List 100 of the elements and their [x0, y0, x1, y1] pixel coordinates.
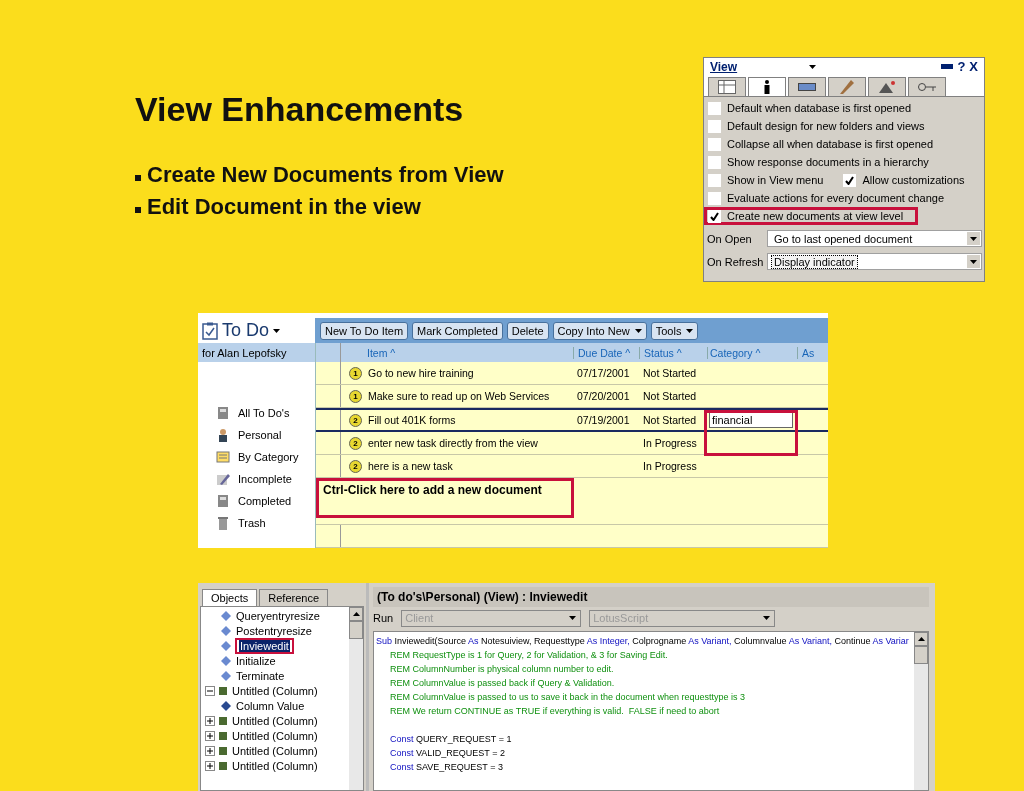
scrollbar[interactable] [349, 607, 363, 790]
clipboard-icon [202, 321, 218, 340]
table-cell: Not Started [643, 414, 697, 426]
checkbox[interactable] [708, 191, 721, 205]
caret-icon [970, 259, 977, 264]
tree-item[interactable]: Inviewedit [239, 639, 290, 652]
title-button[interactable]: X [969, 59, 978, 74]
table-cell: Make sure to read up on Web Services [368, 390, 550, 402]
sidebar-item[interactable]: All To Do's [238, 407, 290, 419]
option-label: Show response documents in a hierarchy [727, 156, 929, 168]
table-cell: 07/20/2001 [577, 390, 630, 402]
sidebar-item[interactable]: By Category [238, 451, 299, 463]
table-cell: 07/17/2001 [577, 367, 630, 379]
option-label: Default when database is first opened [727, 102, 912, 114]
pen-icon [840, 80, 854, 94]
option-label: Show in View menu [727, 174, 824, 186]
new-document-hint[interactable]: Ctrl-Click here to add a new document [323, 483, 542, 497]
tree-item[interactable]: Terminate [235, 669, 286, 682]
toolbar-button[interactable]: Copy Into New [552, 321, 647, 340]
expand-icon[interactable] [205, 760, 215, 771]
sidebar-item[interactable]: Incomplete [238, 473, 292, 485]
sidebar-item[interactable]: Completed [238, 495, 292, 507]
tree-item[interactable]: Untitled (Column) [231, 744, 319, 757]
task-row[interactable]: 2 enter new task directly from the view In Progress [316, 432, 828, 455]
list-icon [216, 450, 230, 464]
priority-icon: 2 [349, 436, 362, 450]
tree-item[interactable]: Untitled (Column) [231, 729, 319, 742]
toolbar-button[interactable]: Mark Completed [412, 321, 503, 340]
bar-icon [798, 83, 816, 91]
owner-label: for Alan Lepofsky [202, 346, 287, 359]
checkbox[interactable] [843, 173, 857, 187]
key-icon [918, 83, 936, 91]
collapse-icon[interactable] [205, 685, 215, 696]
expand-icon[interactable] [205, 715, 215, 726]
task-row[interactable]: 2 Fill out 401K forms 07/19/2001 Not Started financial [316, 408, 828, 432]
expand-icon[interactable] [205, 745, 215, 756]
code-line: Const QUERY_REQUEST = 1 [390, 733, 512, 746]
code-editor[interactable] [373, 631, 929, 791]
column-header[interactable]: Status ^ [644, 346, 682, 359]
event-icon [221, 655, 231, 666]
sidebar-item[interactable]: Trash [238, 517, 266, 529]
column-header[interactable]: Item ^ [367, 346, 396, 359]
sidebar-item[interactable]: Personal [238, 429, 282, 441]
tab[interactable] [748, 77, 786, 96]
column-header[interactable]: Due Date ^ [578, 346, 631, 359]
dropdown-field[interactable]: Go to last opened document [767, 230, 982, 247]
tab[interactable] [788, 77, 826, 96]
expand-icon[interactable] [205, 730, 215, 741]
table-cell: Go to new hire training [368, 367, 474, 379]
column-header[interactable]: As [802, 346, 815, 359]
checkbox[interactable] [708, 119, 721, 133]
task-row[interactable]: 1 Go to new hire training 07/17/2001 Not Started [316, 362, 828, 385]
field-label: On Open [707, 232, 753, 245]
tree-item[interactable]: Untitled (Column) [231, 759, 319, 772]
toolbar-button[interactable]: Delete [506, 321, 549, 340]
tree-item[interactable]: Queryentryresize [235, 609, 321, 622]
tree-item[interactable]: Untitled (Column) [231, 684, 319, 697]
checkbox[interactable] [708, 155, 721, 169]
scrollbar-thumb[interactable] [349, 621, 363, 639]
checkbox[interactable] [708, 137, 721, 151]
trash-icon [216, 516, 230, 530]
column-icon [219, 686, 227, 695]
code-line: REM ColumnValue is passed to us to save it back in the document when requesttype is 3 [390, 691, 746, 704]
editor-title: (To do's\Personal) (View) : Inviewedit [377, 590, 588, 604]
scrollbar[interactable] [914, 632, 928, 790]
caret-icon [569, 616, 577, 620]
tree-item[interactable]: Untitled (Column) [231, 714, 319, 727]
toolbar-button[interactable]: New To Do Item [320, 321, 409, 340]
checkbox[interactable] [708, 101, 721, 115]
pencil-icon [216, 472, 230, 486]
table-cell: In Progress [643, 460, 697, 472]
priority-icon: 1 [349, 366, 362, 380]
table-icon [718, 80, 736, 94]
tree-item[interactable]: Initialize [235, 654, 277, 667]
priority-icon: 2 [349, 459, 362, 473]
title-button[interactable]: ? [957, 59, 966, 74]
checkbox[interactable] [708, 173, 721, 187]
option-label: Default design for new folders and views [727, 120, 925, 132]
checkbox[interactable] [708, 209, 721, 223]
caret-icon [763, 616, 771, 620]
toolbar-button[interactable]: Tools [650, 321, 699, 340]
up-arrow-icon [917, 637, 925, 641]
task-row[interactable]: 2 here is a new task In Progress [316, 455, 828, 478]
column-header[interactable]: Category ^ [710, 346, 761, 359]
person-icon [216, 428, 230, 442]
tab[interactable]: Objects [202, 589, 258, 606]
bullet-icon [135, 174, 141, 181]
app-title[interactable]: To Do [222, 320, 270, 341]
tree-item[interactable]: Postentryresize [235, 624, 313, 637]
event-icon [221, 640, 231, 651]
table-cell: 07/19/2001 [577, 414, 630, 426]
code-line: Const SAVE_REQUEST = 3 [390, 761, 503, 774]
table-cell: here is a new task [368, 460, 453, 472]
task-row[interactable]: 1 Make sure to read up on Web Services 07/20/2001 Not Started [316, 385, 828, 408]
tab[interactable]: Reference [259, 589, 329, 606]
caret-icon [809, 64, 817, 69]
tree-item[interactable]: Column Value [235, 699, 306, 712]
scrollbar-thumb[interactable] [914, 646, 928, 664]
dropdown-field[interactable]: Display indicator [767, 253, 982, 270]
bullet-text: Edit Document in the view [147, 193, 421, 221]
